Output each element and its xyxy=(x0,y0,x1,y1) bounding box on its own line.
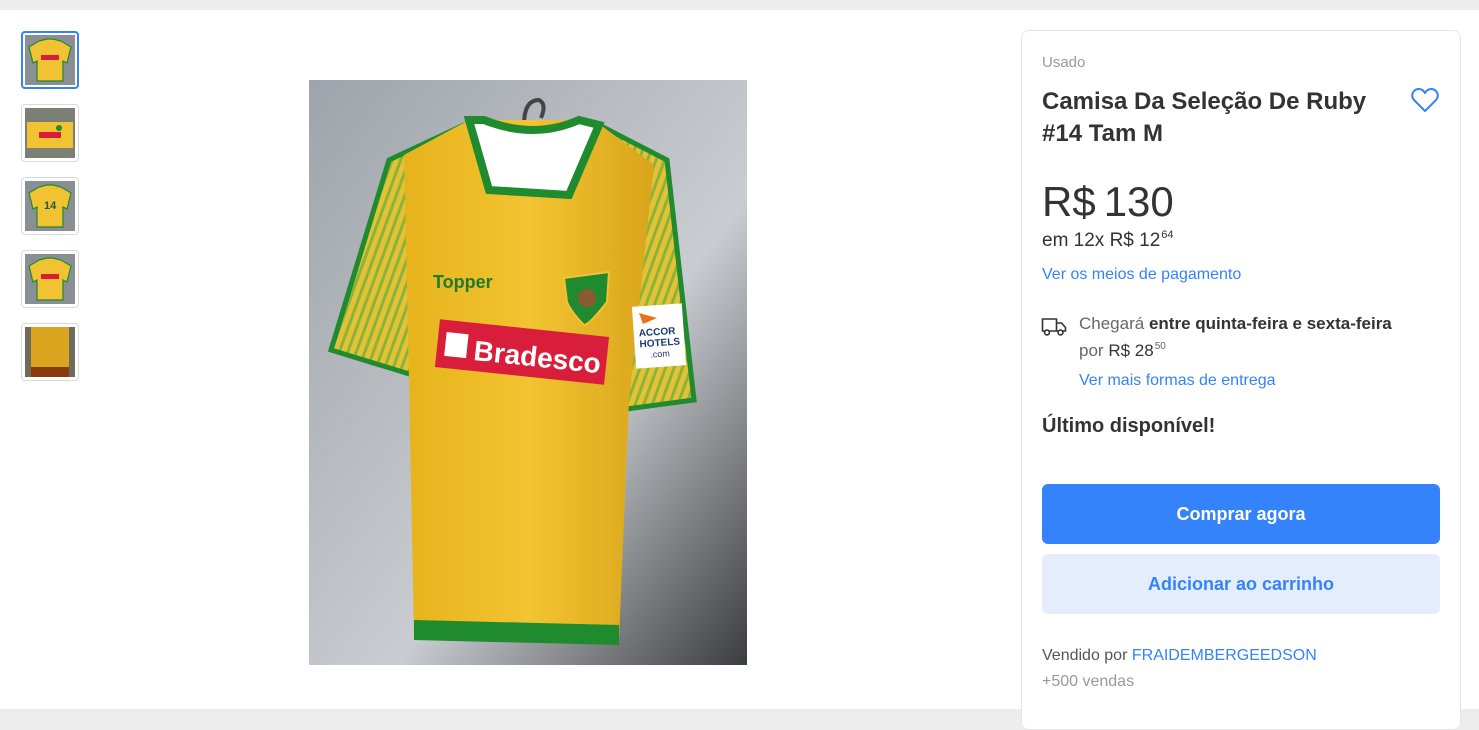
truck-icon xyxy=(1041,315,1067,337)
thumbnail-4[interactable] xyxy=(21,250,79,308)
thumbnail-2[interactable] xyxy=(21,104,79,162)
condition-label: Usado xyxy=(1042,54,1086,71)
favorite-heart-icon[interactable] xyxy=(1410,85,1440,115)
thumbnail-image xyxy=(25,327,75,377)
seller-name-link[interactable]: FRAIDEMBERGEEDSON xyxy=(1132,647,1317,664)
thumbnail-1[interactable] xyxy=(21,31,79,89)
thumbnail-image xyxy=(25,35,75,85)
seller-prefix: Vendido por xyxy=(1042,647,1128,664)
add-to-cart-button[interactable]: Adicionar ao carrinho xyxy=(1042,554,1440,614)
shipping-arrival: Chegará entre quinta-feira e sexta-feira xyxy=(1079,314,1392,334)
heart-icon xyxy=(1411,87,1439,112)
cost-prefix: por xyxy=(1079,341,1104,360)
jersey-photo: Bradesco Topper ACCOR HOTELS .com xyxy=(309,80,747,665)
payment-methods-link[interactable]: Ver os meios de pagamento xyxy=(1042,266,1241,284)
thumbnail-image xyxy=(25,108,75,158)
svg-text:14: 14 xyxy=(44,200,57,212)
buy-now-button[interactable]: Comprar agora xyxy=(1042,484,1440,544)
sleeve-sponsor-line-3: .com xyxy=(650,348,670,359)
price-currency: R$ xyxy=(1042,178,1096,225)
installments-text: em 12x R$ 12 xyxy=(1042,230,1161,251)
price: R$ 130 xyxy=(1042,178,1174,226)
arrival-prefix: Chegará xyxy=(1079,314,1145,333)
installments-cents: 64 xyxy=(1161,229,1174,241)
price-value: 130 xyxy=(1103,178,1174,225)
seller-sales-count: +500 vendas xyxy=(1042,673,1135,690)
purchase-panel: Usado Camisa Da Seleção De Ruby #14 Tam … xyxy=(1021,30,1461,730)
product-title: Camisa Da Seleção De Ruby #14 Tam M xyxy=(1042,88,1367,147)
main-product-image[interactable]: Bradesco Topper ACCOR HOTELS .com xyxy=(309,80,747,665)
product-page: 14 Bradesco Topper ACCOR HOTELS .com Usa… xyxy=(0,10,1479,730)
stock-status: Último disponível! xyxy=(1042,415,1216,437)
thumbnail-list: 14 xyxy=(21,31,79,396)
thumbnail-3[interactable]: 14 xyxy=(21,177,79,235)
thumbnail-image xyxy=(25,254,75,304)
cost-cents: 50 xyxy=(1154,341,1166,352)
thumbnail-image: 14 xyxy=(25,181,75,231)
cost-value: R$ 28 xyxy=(1108,341,1154,360)
arrival-window: entre quinta-feira e sexta-feira xyxy=(1148,314,1392,333)
thumbnail-5[interactable] xyxy=(21,323,79,381)
brand-text: Topper xyxy=(433,272,493,292)
installments: em 12x R$ 1264 xyxy=(1042,229,1174,252)
more-shipping-options-link[interactable]: Ver mais formas de entrega xyxy=(1079,372,1276,390)
shipping-cost: por R$ 2850 xyxy=(1079,341,1166,361)
seller-info: Vendido por FRAIDEMBERGEEDSON xyxy=(1042,647,1317,665)
